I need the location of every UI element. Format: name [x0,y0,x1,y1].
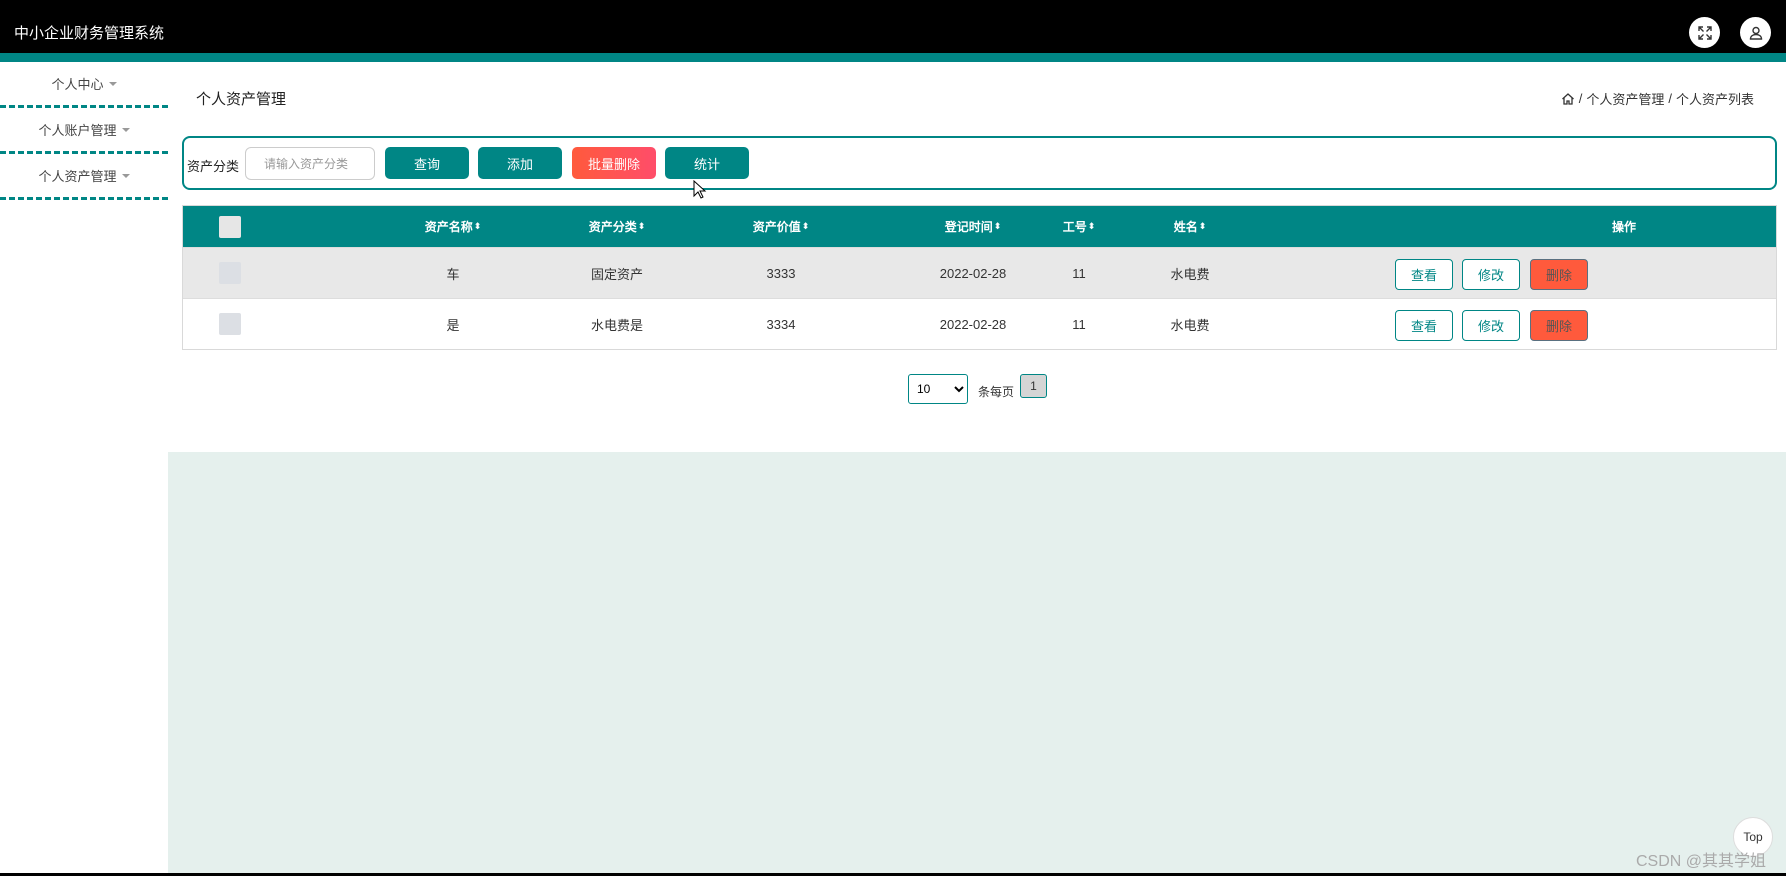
select-all-checkbox[interactable] [219,215,241,238]
user-icon[interactable] [1740,17,1771,48]
stats-button[interactable]: 统计 [665,147,749,179]
sort-icon: ⬍ [1087,221,1096,231]
query-button[interactable]: 查询 [385,147,469,179]
sidebar: 个人中心 个人账户管理 个人资产管理 [0,62,168,876]
add-button[interactable]: 添加 [478,147,562,179]
page-size-select[interactable]: 10 [908,374,968,404]
app-title: 中小企业财务管理系统 [14,25,165,42]
column-header-name[interactable]: 姓名 ⬍ [1140,206,1240,247]
mouse-cursor-icon [693,180,707,199]
cell-person-name: 水电费 [1170,266,1210,282]
sort-icon: ⬍ [473,221,482,231]
cell-employee-no: 11 [1072,265,1086,281]
sort-icon: ⬍ [993,221,1002,231]
sidebar-item-label: 个人账户管理 [38,123,117,138]
sidebar-item-account-management[interactable]: 个人账户管理 [0,108,168,154]
breadcrumb-separator: / [1668,91,1672,106]
top-accent-bar [0,53,1786,62]
view-button[interactable]: 查看 [1395,310,1453,341]
column-header-actions: 操作 [1611,220,1636,234]
row-checkbox[interactable] [219,313,241,335]
watermark: CSDN @其其学姐 [1636,853,1767,870]
batch-delete-button[interactable]: 批量删除 [572,147,656,179]
chevron-down-icon [108,81,117,86]
sort-icon: ⬍ [801,221,810,231]
table-row: 车 固定资产 3333 2022-02-28 11 水电费 查看 修改 删除 [183,247,1776,298]
sidebar-item-label: 个人资产管理 [38,169,117,184]
home-icon[interactable] [1561,92,1575,106]
per-page-label: 条每页 [978,385,1015,399]
sidebar-item-asset-management[interactable]: 个人资产管理 [0,154,168,200]
table-header: 资产名称 ⬍ 资产分类 ⬍ 资产价值 ⬍ 登记时间 ⬍ 工号 ⬍ 姓名 ⬍ 操作 [183,206,1776,247]
page-number-button[interactable]: 1 [1020,374,1047,398]
search-label: 资产分类 [187,159,240,174]
asset-category-input[interactable] [245,147,375,180]
column-header-asset-category[interactable]: 资产分类 ⬍ [522,206,712,247]
fullscreen-icon[interactable] [1689,17,1720,48]
column-header-employee-no[interactable]: 工号 ⬍ [1029,206,1129,247]
chevron-down-icon [121,173,130,178]
breadcrumb-separator: / [1578,91,1583,106]
table-row: 是 水电费是 3334 2022-02-28 11 水电费 查看 修改 删除 [183,298,1776,349]
row-checkbox[interactable] [219,262,241,284]
cell-employee-no: 11 [1072,316,1086,332]
chevron-down-icon [121,127,130,132]
content-background [168,452,1786,876]
asset-table: 资产名称 ⬍ 资产分类 ⬍ 资产价值 ⬍ 登记时间 ⬍ 工号 ⬍ 姓名 ⬍ 操作 车 固定资… [182,205,1777,350]
sort-icon: ⬍ [637,221,646,231]
sidebar-item-personal-center[interactable]: 个人中心 [0,62,168,108]
cell-person-name: 水电费 [1170,317,1210,333]
delete-button[interactable]: 删除 [1530,310,1588,341]
breadcrumb-item-current: 个人资产列表 [1675,92,1754,107]
top-bar: 中小企业财务管理系统 [0,0,1786,53]
sidebar-item-label: 个人中心 [51,77,104,92]
breadcrumb-item[interactable]: 个人资产管理 [1586,89,1664,108]
edit-button[interactable]: 修改 [1462,310,1520,341]
breadcrumb: / 个人资产管理 / 个人资产列表 [1561,89,1754,108]
page-title: 个人资产管理 [196,91,287,108]
sort-icon: ⬍ [1198,221,1207,231]
column-header-asset-value[interactable]: 资产价值 ⬍ [686,206,876,247]
edit-button[interactable]: 修改 [1462,259,1520,290]
view-button[interactable]: 查看 [1395,259,1453,290]
delete-button[interactable]: 删除 [1530,259,1588,290]
column-header-asset-name[interactable]: 资产名称 ⬍ [358,206,548,247]
